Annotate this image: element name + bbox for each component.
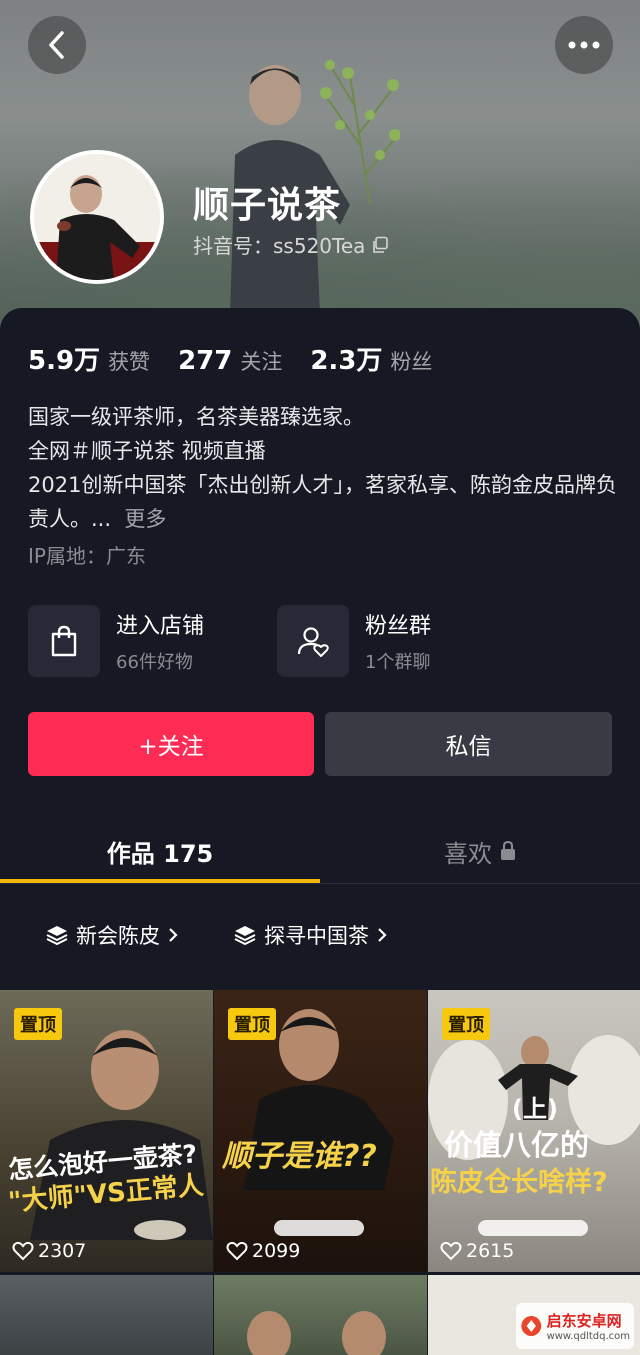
- stat-following-label: 关注: [240, 350, 283, 374]
- shop-title: 进入店铺: [116, 614, 205, 639]
- video-caption: 顺子是谁??: [222, 1139, 377, 1174]
- video-frame: [247, 1311, 386, 1355]
- stat-following-count: 277: [178, 346, 233, 376]
- lock-icon: [501, 841, 515, 860]
- stat-followers-label: 粉丝: [390, 350, 433, 374]
- bio-more-link[interactable]: 更多: [124, 507, 166, 531]
- more-options-button[interactable]: [555, 16, 613, 74]
- video-likes-count: 2099: [252, 1240, 301, 1262]
- video-thumbnail[interactable]: 置顶 怎么泡好一壶茶? "大师"VS正常人 2307: [0, 990, 213, 1272]
- fan-group-subtitle: 1个群聊: [365, 652, 431, 673]
- tab-liked[interactable]: 喜欢: [320, 820, 640, 882]
- stat-likes[interactable]: 5.9万 获赞: [28, 340, 150, 377]
- collection-chip[interactable]: 新会陈皮: [46, 920, 178, 950]
- bio-line: 2021创新中国茶「杰出创新人才」，茗家私享、陈韵金皮品牌负责人。... 更多: [28, 473, 617, 531]
- collection-label: 探寻中国茶: [264, 924, 369, 948]
- tab-liked-label: 喜欢: [444, 839, 492, 868]
- ip-location: IP属地：广东: [28, 544, 146, 568]
- shop-icon-box: [28, 605, 100, 677]
- site-watermark: 启东安卓网 www.qdltdq.com: [516, 1303, 634, 1349]
- pinned-badge: 置顶: [228, 1008, 276, 1040]
- pinned-badge: 置顶: [442, 1008, 490, 1040]
- layers-icon: [234, 926, 256, 946]
- profile-name: 顺子说茶: [193, 185, 342, 226]
- watermark-logo-icon: [521, 1316, 542, 1336]
- video-caption: 陈皮仓长啥样?: [430, 1167, 608, 1198]
- handle-text: 抖音号：ss520Tea: [193, 234, 366, 258]
- layers-icon: [46, 926, 68, 946]
- collection-chip[interactable]: 探寻中国茶: [234, 920, 387, 950]
- message-button[interactable]: 私信: [325, 712, 612, 776]
- video-likes: 2307: [12, 1240, 86, 1262]
- content-tabs: 作品 175 喜欢: [0, 820, 640, 884]
- fan-group-heart-icon: [297, 627, 329, 657]
- bio-line: 国家一级评茶师，名茶美器臻选家。: [28, 405, 364, 429]
- video-thumbnail[interactable]: [0, 1275, 213, 1355]
- video-thumbnail[interactable]: 置顶 顺子是谁?? 2099: [214, 990, 427, 1272]
- copy-icon[interactable]: [371, 236, 389, 254]
- watermark-site-name: 启东安卓网: [546, 1312, 622, 1330]
- stat-followers[interactable]: 2.3万 粉丝: [310, 340, 432, 377]
- collection-label: 新会陈皮: [76, 924, 160, 948]
- fan-group-icon-box: [277, 605, 349, 677]
- pinned-badge: 置顶: [14, 1008, 62, 1040]
- video-thumbnail[interactable]: 置顶 (上) 价值八亿的 陈皮仓长啥样? 2615: [428, 990, 640, 1272]
- video-caption: (上): [512, 1095, 558, 1123]
- chevron-left-icon: [49, 31, 64, 59]
- collections-row: 新会陈皮 探寻中国茶: [46, 920, 387, 950]
- follow-button[interactable]: +关注: [28, 712, 314, 776]
- profile-handle[interactable]: 抖音号：ss520Tea: [193, 230, 389, 259]
- back-button[interactable]: [28, 16, 86, 74]
- profile-stats: 5.9万 获赞 277 关注 2.3万 粉丝: [28, 340, 432, 377]
- more-dots-icon: [568, 41, 600, 49]
- stat-likes-label: 获赞: [108, 350, 151, 374]
- video-likes: 2615: [440, 1240, 514, 1262]
- heart-icon: [440, 1241, 462, 1261]
- stat-following[interactable]: 277 关注: [178, 346, 282, 376]
- heart-icon: [12, 1241, 34, 1261]
- shopping-bag-icon: [51, 625, 77, 657]
- heart-icon: [226, 1241, 248, 1261]
- fan-group-entry[interactable]: 粉丝群 1个群聊: [277, 605, 431, 677]
- tabs-divider: [0, 883, 640, 884]
- profile-bio[interactable]: 国家一级评茶师，名茶美器臻选家。 全网＃顺子说茶 视频直播 2021创新中国茶「…: [28, 400, 618, 536]
- video-likes: 2099: [226, 1240, 300, 1262]
- bio-line: 全网＃顺子说茶 视频直播: [28, 439, 266, 463]
- avatar[interactable]: [30, 150, 164, 284]
- watermark-url: www.qdltdq.com: [546, 1331, 630, 1342]
- fan-group-title: 粉丝群: [365, 614, 432, 639]
- stat-followers-count: 2.3万: [310, 346, 383, 376]
- stat-likes-count: 5.9万: [28, 346, 101, 376]
- chevron-right-icon: [169, 928, 178, 942]
- video-thumbnail[interactable]: [214, 1275, 427, 1355]
- video-caption: 价值八亿的: [444, 1128, 590, 1162]
- video-grid: 置顶 怎么泡好一壶茶? "大师"VS正常人 2307 置顶 顺子是谁?? 209…: [0, 990, 640, 1355]
- video-likes-count: 2615: [466, 1240, 515, 1262]
- shop-subtitle: 66件好物: [116, 652, 193, 673]
- tab-works[interactable]: 作品 175: [0, 820, 320, 882]
- shop-entry[interactable]: 进入店铺 66件好物: [28, 605, 204, 677]
- avatar-image: [34, 154, 160, 280]
- chevron-right-icon: [378, 928, 387, 942]
- video-likes-count: 2307: [38, 1240, 87, 1262]
